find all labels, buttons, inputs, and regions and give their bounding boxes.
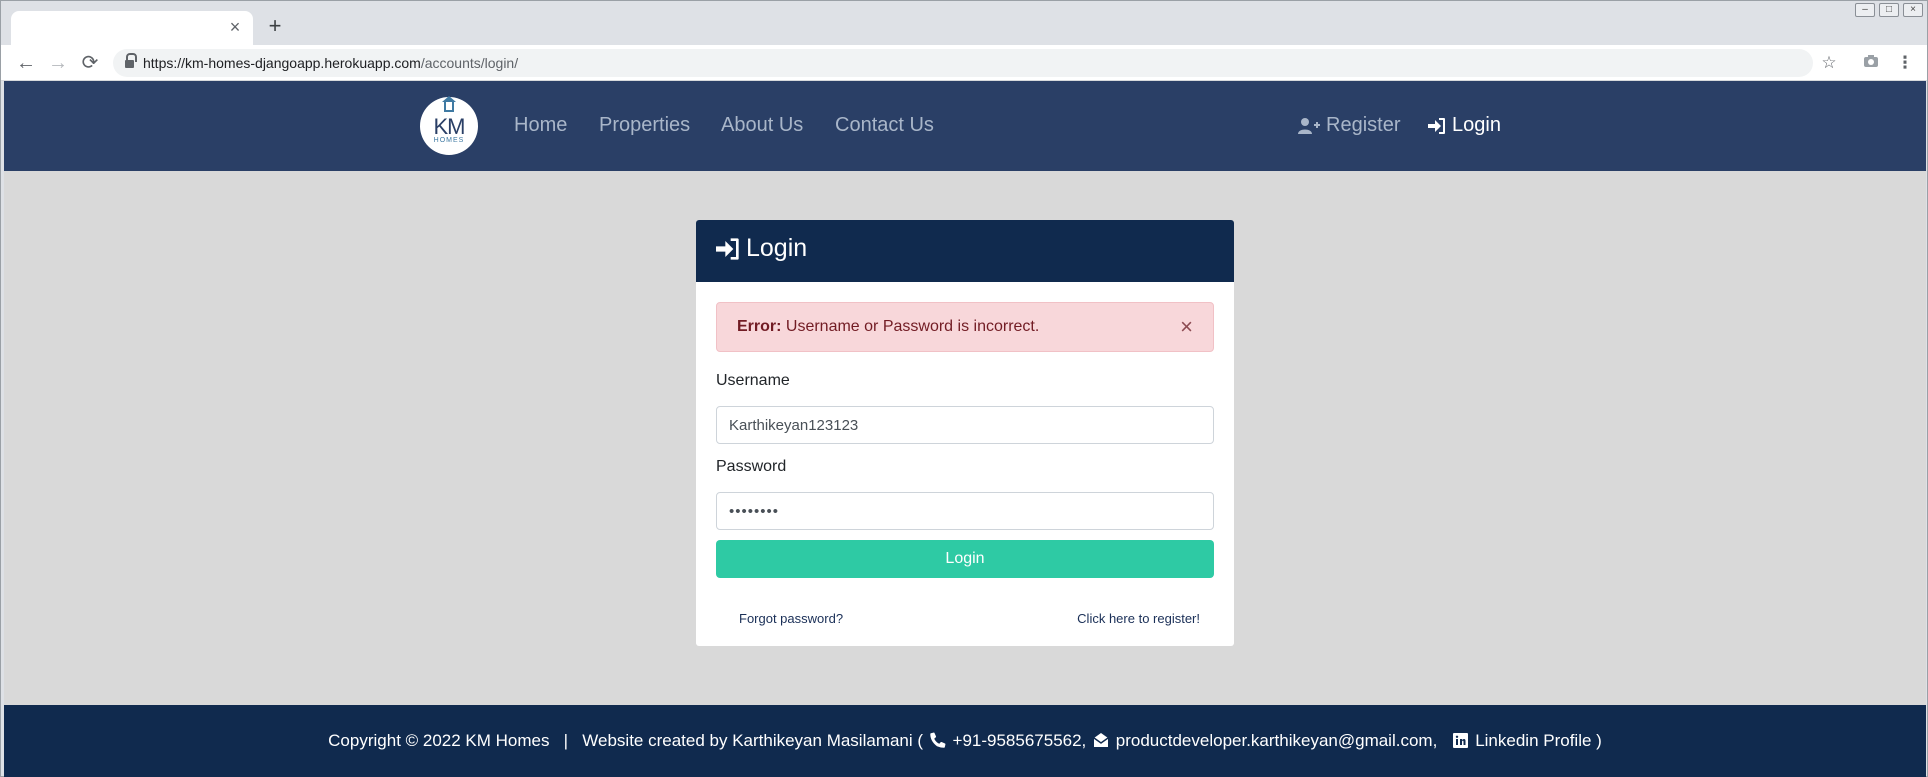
user-plus-icon — [1298, 117, 1320, 134]
tab-strip: × + – □ × — [1, 1, 1927, 45]
sign-in-icon — [716, 237, 739, 260]
error-alert: Error: Username or Password is incorrect… — [716, 302, 1214, 352]
linkedin-icon — [1453, 733, 1469, 748]
close-icon[interactable]: × — [1180, 315, 1193, 339]
bookmark-star-icon[interactable]: ☆ — [1817, 51, 1841, 75]
minimize-icon[interactable]: – — [1855, 3, 1875, 17]
login-submit-button[interactable]: Login — [716, 540, 1214, 578]
nav-link-contact[interactable]: Contact Us — [835, 114, 934, 137]
envelope-open-icon — [1093, 733, 1109, 747]
footer-email[interactable]: productdeveloper.karthikeyan@gmail.com, — [1116, 731, 1438, 750]
house-icon — [442, 96, 456, 112]
close-tab-icon[interactable]: × — [225, 17, 245, 37]
forgot-password-link[interactable]: Forgot password? — [739, 611, 843, 626]
menu-kebab-icon[interactable]: ⋮ — [1893, 51, 1917, 75]
url-host: https://km-homes-djangoapp.herokuapp.com — [143, 55, 421, 71]
username-label: Username — [716, 372, 790, 389]
site-logo[interactable]: KM HOMES — [420, 96, 478, 155]
reload-icon[interactable]: ⟳ — [78, 51, 102, 75]
alert-label: Error: — [737, 318, 782, 335]
site-footer: Copyright © 2022 KM Homes | Website crea… — [4, 705, 1926, 777]
logo-subtext: HOMES — [433, 137, 465, 144]
password-label: Password — [716, 458, 787, 475]
forward-icon[interactable]: → — [46, 51, 70, 75]
close-window-icon[interactable]: × — [1903, 3, 1923, 17]
footer-linkedin[interactable]: Linkedin Profile ) — [1475, 731, 1602, 750]
username-field[interactable] — [716, 406, 1214, 444]
login-card-title: Login — [716, 234, 807, 263]
login-label: Login — [1452, 114, 1501, 136]
new-tab-icon[interactable]: + — [263, 14, 287, 38]
browser-tab[interactable]: × — [11, 11, 253, 45]
nav-register-link[interactable]: Register — [1298, 114, 1400, 137]
browser-toolbar: ← → ⟳ https://km-homes-djangoapp.herokua… — [1, 45, 1927, 81]
camera-icon[interactable] — [1859, 51, 1883, 75]
nav-link-home[interactable]: Home — [514, 114, 567, 137]
footer-credit: Website created by Karthikeyan Masilaman… — [582, 731, 924, 750]
address-bar[interactable]: https://km-homes-djangoapp.herokuapp.com… — [113, 49, 1813, 77]
url-path: /accounts/login/ — [420, 55, 519, 71]
window-controls: – □ × — [1855, 3, 1923, 17]
register-label: Register — [1326, 114, 1401, 136]
footer-separator: | — [563, 731, 569, 750]
sign-in-icon — [1428, 117, 1445, 134]
lock-icon — [125, 53, 137, 68]
browser-window: × + – □ × ← → ⟳ https://km-homes-djangoa… — [0, 0, 1928, 777]
nav-link-properties[interactable]: Properties — [599, 114, 690, 137]
footer-text: Copyright © 2022 KM Homes | Website crea… — [4, 731, 1926, 751]
alert-message: Username or Password is incorrect. — [781, 318, 1040, 335]
login-card: Login Error: Username or Password is inc… — [696, 220, 1234, 646]
back-icon[interactable]: ← — [14, 51, 38, 75]
site-navbar: KM HOMES Home Properties About Us Contac… — [4, 81, 1926, 171]
nav-link-about[interactable]: About Us — [721, 114, 803, 137]
login-card-header: Login — [696, 220, 1234, 282]
maximize-icon[interactable]: □ — [1879, 3, 1899, 17]
login-title-text: Login — [746, 234, 808, 262]
alert-text: Error: Username or Password is incorrect… — [737, 318, 1039, 336]
nav-login-link[interactable]: Login — [1428, 114, 1501, 137]
footer-copyright: Copyright © 2022 KM Homes — [328, 731, 550, 750]
footer-phone: +91-9585675562, — [952, 731, 1087, 750]
register-link[interactable]: Click here to register! — [1077, 611, 1200, 626]
url-text: https://km-homes-djangoapp.herokuapp.com… — [143, 55, 518, 71]
web-page: KM HOMES Home Properties About Us Contac… — [4, 81, 1926, 777]
phone-icon — [930, 732, 946, 748]
password-field[interactable] — [716, 492, 1214, 530]
